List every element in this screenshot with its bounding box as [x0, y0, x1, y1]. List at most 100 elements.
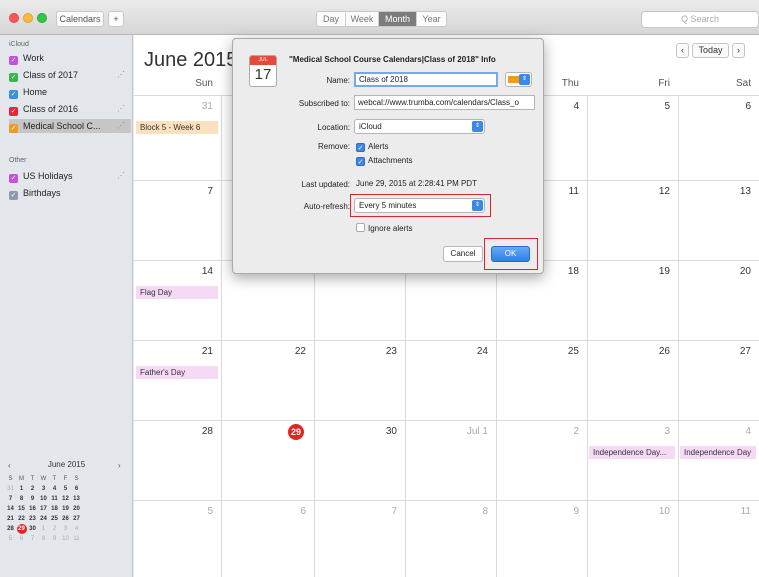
mini-day[interactable]: 21 [5, 514, 16, 524]
add-event-button[interactable]: + [108, 11, 124, 27]
mini-day[interactable]: 6 [16, 534, 27, 544]
calendar-event[interactable]: Independence Day... [589, 446, 675, 459]
calendar-event[interactable]: Independence Day [680, 446, 756, 459]
name-field[interactable]: Class of 2018 [354, 72, 498, 87]
remove-label: Remove: [317, 142, 350, 151]
mini-day[interactable]: 25 [49, 514, 60, 524]
location-select[interactable]: iCloud ⇕ [354, 119, 485, 134]
weekday-header: Sat [735, 78, 751, 89]
zoom-window-button[interactable] [37, 13, 47, 23]
checkbox-icon[interactable]: ✓ [9, 90, 18, 99]
sidebar-calendar-item[interactable]: ✓ Birthdays [9, 186, 131, 200]
mini-day[interactable]: 17 [38, 504, 49, 514]
color-swatch [508, 76, 519, 83]
mini-day[interactable]: 2 [49, 524, 60, 534]
sidebar-calendar-item[interactable]: ✓ Home [9, 85, 131, 99]
mini-day[interactable]: 3 [60, 524, 71, 534]
checkbox-icon[interactable]: ✓ [9, 174, 18, 183]
mini-day[interactable]: 3 [38, 484, 49, 494]
mini-day[interactable]: 9 [27, 494, 38, 504]
mini-day[interactable]: 19 [60, 504, 71, 514]
last-updated-value: June 29, 2015 at 2:28:41 PM PDT [356, 179, 477, 188]
checkbox-icon[interactable]: ✓ [9, 124, 18, 133]
mini-day[interactable]: 18 [49, 504, 60, 514]
sidebar-calendar-item[interactable]: ✓ Medical School C... ⋰ [9, 119, 131, 133]
sidebar: iCloud ✓ Work ✓ Class of 2017 ⋰ ✓ Home ✓ Class o… [0, 35, 133, 577]
minimize-window-button[interactable] [23, 13, 33, 23]
location-label: Location: [317, 123, 350, 132]
sidebar-calendar-item[interactable]: ✓ US Holidays ⋰ [9, 169, 131, 183]
sidebar-calendar-item[interactable]: ✓ Class of 2016 ⋰ [9, 102, 131, 116]
mini-day[interactable]: 1 [38, 524, 49, 534]
mini-day[interactable]: 16 [27, 504, 38, 514]
mini-day[interactable]: 22 [16, 514, 27, 524]
view-week-tab[interactable]: Week [346, 12, 379, 26]
attachments-checkbox[interactable]: ✓ Attachments [356, 156, 412, 166]
mini-day[interactable]: 27 [71, 514, 82, 524]
day-number: 21 [201, 346, 213, 357]
mini-day[interactable]: 11 [71, 534, 82, 544]
mini-day[interactable]: 30 [27, 524, 38, 534]
mini-day[interactable]: 5 [60, 484, 71, 494]
calendars-button[interactable]: Calendars [56, 11, 104, 27]
ignore-alerts-checkbox[interactable]: Ignore alerts [356, 223, 412, 234]
checkbox-icon[interactable]: ✓ [9, 191, 18, 200]
subscribed-url-field[interactable]: webcal://www.trumba.com/calendars/Class_… [354, 95, 535, 110]
checkbox-icon[interactable]: ✓ [9, 56, 18, 65]
calendar-name: Work [23, 53, 44, 63]
calendar-event[interactable]: Block 5 - Week 6 [136, 121, 218, 134]
checkbox-icon[interactable]: ✓ [9, 107, 18, 116]
mini-day[interactable]: 7 [27, 534, 38, 544]
mini-day[interactable]: 23 [27, 514, 38, 524]
cancel-button[interactable]: Cancel [443, 246, 483, 262]
today-marker: 29 [288, 424, 304, 440]
mini-day[interactable]: 28 [5, 524, 16, 534]
mini-day[interactable]: 11 [49, 494, 60, 504]
search-input[interactable]: Q Search [641, 11, 759, 28]
mini-day[interactable]: 14 [5, 504, 16, 514]
mini-day[interactable]: 15 [16, 504, 27, 514]
alerts-checkbox[interactable]: ✓ Alerts [356, 142, 388, 152]
mini-day[interactable]: 4 [49, 484, 60, 494]
weekday-header: Fri [658, 78, 670, 89]
mini-day[interactable]: 26 [60, 514, 71, 524]
mini-day[interactable]: 24 [38, 514, 49, 524]
subscribed-label: Subscribed to: [298, 99, 350, 108]
day-number: 12 [658, 186, 670, 197]
close-window-button[interactable] [9, 13, 19, 23]
calendar-event[interactable]: Flag Day [136, 286, 218, 299]
attachments-checkbox-label: Attachments [368, 156, 413, 165]
mini-day[interactable]: 29 [16, 524, 27, 534]
sidebar-calendar-item[interactable]: ✓ Class of 2017 ⋰ [9, 68, 131, 82]
today-button[interactable]: Today [692, 43, 729, 58]
mini-day[interactable]: 5 [5, 534, 16, 544]
mini-day[interactable]: 9 [49, 534, 60, 544]
prev-month-button[interactable]: ‹ [676, 43, 689, 58]
calendar-color-picker[interactable]: ⇕ [505, 72, 532, 87]
mini-weekday: S [8, 476, 13, 482]
mini-day[interactable]: 7 [5, 494, 16, 504]
checkbox-icon[interactable]: ✓ [9, 73, 18, 82]
view-year-tab[interactable]: Year [417, 12, 446, 26]
mini-day[interactable]: 6 [71, 484, 82, 494]
mini-day[interactable]: 10 [60, 534, 71, 544]
day-number: 4 [573, 101, 579, 112]
mini-day[interactable]: 10 [38, 494, 49, 504]
mini-day[interactable]: 13 [71, 494, 82, 504]
view-month-tab[interactable]: Month [379, 12, 417, 26]
mini-day[interactable]: 1 [16, 484, 27, 494]
mini-day[interactable]: 8 [16, 494, 27, 504]
calendar-event[interactable]: Father's Day [136, 366, 218, 379]
day-number: Jul 1 [466, 426, 488, 437]
mini-day[interactable]: 12 [60, 494, 71, 504]
mini-day[interactable]: 4 [71, 524, 82, 534]
view-day-tab[interactable]: Day [317, 12, 346, 26]
mini-day[interactable]: 8 [38, 534, 49, 544]
next-month-button[interactable]: › [732, 43, 745, 58]
sidebar-calendar-item[interactable]: ✓ Work [9, 51, 131, 65]
mini-day[interactable]: 2 [27, 484, 38, 494]
mini-day[interactable]: 31 [5, 484, 16, 494]
day-number: 5 [664, 101, 670, 112]
mini-day[interactable]: 20 [71, 504, 82, 514]
mini-next-month-button[interactable]: › [118, 461, 121, 470]
